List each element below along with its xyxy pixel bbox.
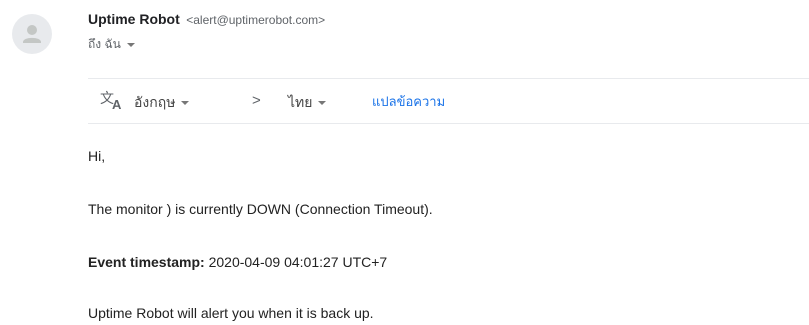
- sender-line: Uptime Robot <alert@uptimerobot.com>: [88, 10, 325, 29]
- default-user-avatar-icon: [23, 25, 41, 43]
- message-timestamp-line: Event timestamp: 2020-04-09 04:01:27 UTC…: [88, 253, 387, 271]
- message-status-line: The monitor ) is currently DOWN (Connect…: [88, 201, 433, 217]
- recipient-details-toggle[interactable]: ถึง ฉัน: [88, 36, 135, 52]
- recipient-label: ถึง ฉัน: [88, 37, 121, 51]
- source-language-dropdown[interactable]: อังกฤษ: [134, 93, 190, 111]
- caret-down-icon: [126, 43, 135, 47]
- caret-down-icon: [181, 101, 190, 105]
- source-language-label: อังกฤษ: [134, 94, 176, 110]
- translate-message-link[interactable]: แปลข้อความ: [372, 94, 445, 110]
- sender-name[interactable]: Uptime Robot: [88, 11, 180, 27]
- translate-bar: 文 A อังกฤษ > ไทย แปลข้อความ: [88, 78, 809, 124]
- translate-icon: 文 A: [100, 91, 122, 110]
- svg-text:A: A: [112, 97, 122, 110]
- chevron-right-icon: >: [252, 92, 261, 109]
- timestamp-label: Event timestamp:: [88, 254, 205, 270]
- caret-down-icon: [318, 101, 327, 105]
- target-language-label: ไทย: [288, 94, 313, 110]
- sender-email: <alert@uptimerobot.com>: [186, 13, 326, 27]
- sender-avatar[interactable]: [12, 14, 52, 54]
- timestamp-value: 2020-04-09 04:01:27 UTC+7: [208, 254, 388, 270]
- message-closing-line: Uptime Robot will alert you when it is b…: [88, 305, 374, 321]
- message-greeting: Hi,: [88, 148, 106, 164]
- target-language-dropdown[interactable]: ไทย: [288, 93, 327, 111]
